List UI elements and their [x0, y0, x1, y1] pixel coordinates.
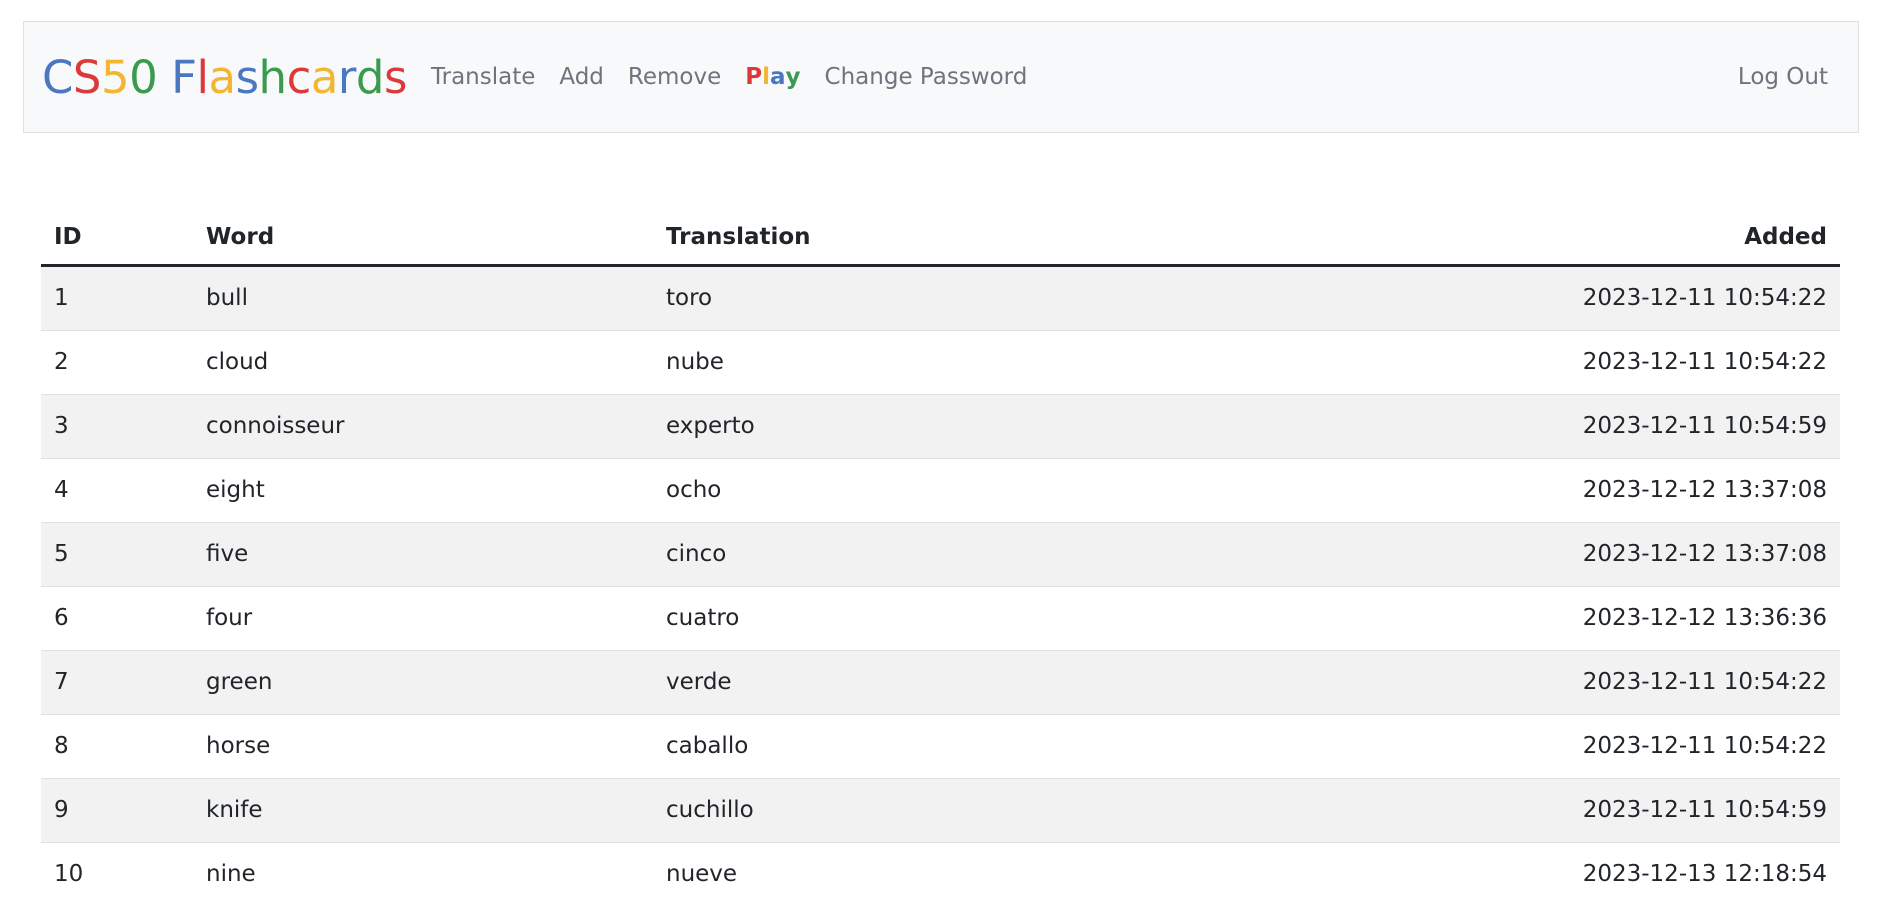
cell-word: nine	[193, 843, 653, 906]
brand-letter: a	[311, 51, 338, 104]
nav-translate-link[interactable]: Translate	[419, 64, 547, 90]
cell-added: 2023-12-11 10:54:59	[1112, 779, 1840, 843]
brand-letter: l	[196, 51, 208, 104]
cell-word: knife	[193, 779, 653, 843]
brand-letter: 0	[129, 51, 157, 104]
cell-translation: cuchillo	[653, 779, 1112, 843]
cell-id: 9	[41, 779, 193, 843]
play-letter: a	[770, 64, 786, 90]
cell-id: 5	[41, 523, 193, 587]
cell-word: green	[193, 651, 653, 715]
cell-id: 1	[41, 266, 193, 331]
cell-id: 7	[41, 651, 193, 715]
cell-added: 2023-12-11 10:54:22	[1112, 331, 1840, 395]
cell-added: 2023-12-11 10:54:22	[1112, 651, 1840, 715]
cell-translation: toro	[653, 266, 1112, 331]
nav-change-password-link[interactable]: Change Password	[813, 64, 1040, 90]
cell-added: 2023-12-11 10:54:59	[1112, 395, 1840, 459]
navbar: CS50 Flashcards Translate Add Remove Pla…	[23, 21, 1859, 133]
cell-word: bull	[193, 266, 653, 331]
table-row: 1bulltoro2023-12-11 10:54:22	[41, 266, 1840, 331]
brand-letter: c	[287, 51, 311, 104]
brand-letter: S	[73, 51, 101, 104]
brand-letter: s	[236, 51, 259, 104]
header-added: Added	[1112, 206, 1840, 266]
cell-translation: ocho	[653, 459, 1112, 523]
brand-letter: F	[171, 51, 196, 104]
cell-added: 2023-12-12 13:36:36	[1112, 587, 1840, 651]
cell-added: 2023-12-12 13:37:08	[1112, 459, 1840, 523]
play-letter: l	[762, 64, 770, 90]
cell-translation: nueve	[653, 843, 1112, 906]
table-row: 2cloudnube2023-12-11 10:54:22	[41, 331, 1840, 395]
cell-id: 4	[41, 459, 193, 523]
nav-add-link[interactable]: Add	[547, 64, 616, 90]
nav-items: Translate Add Remove Play Change Passwor…	[419, 64, 1039, 90]
nav-play-link[interactable]: Play	[733, 64, 812, 90]
cell-id: 3	[41, 395, 193, 459]
play-letter: y	[786, 64, 801, 90]
cell-id: 8	[41, 715, 193, 779]
brand-logo-link[interactable]: CS50 Flashcards	[42, 51, 407, 104]
header-translation: Translation	[653, 206, 1112, 266]
cell-translation: nube	[653, 331, 1112, 395]
cell-added: 2023-12-11 10:54:22	[1112, 266, 1840, 331]
table-row: 6fourcuatro2023-12-12 13:36:36	[41, 587, 1840, 651]
logout-link[interactable]: Log Out	[1726, 64, 1828, 90]
header-word: Word	[193, 206, 653, 266]
table-header-row: ID Word Translation Added	[41, 206, 1840, 266]
table-row: 3connoisseurexperto2023-12-11 10:54:59	[41, 395, 1840, 459]
table-header: ID Word Translation Added	[41, 206, 1840, 266]
cell-added: 2023-12-13 12:18:54	[1112, 843, 1840, 906]
cell-id: 10	[41, 843, 193, 906]
cell-word: five	[193, 523, 653, 587]
cell-translation: caballo	[653, 715, 1112, 779]
cell-id: 6	[41, 587, 193, 651]
table-row: 7greenverde2023-12-11 10:54:22	[41, 651, 1840, 715]
brand-letter: a	[209, 51, 236, 104]
cell-word: cloud	[193, 331, 653, 395]
table-body: 1bulltoro2023-12-11 10:54:222cloudnube20…	[41, 266, 1840, 906]
flashcards-table-container: ID Word Translation Added 1bulltoro2023-…	[41, 206, 1840, 906]
nav-remove-link[interactable]: Remove	[616, 64, 733, 90]
table-row: 5fivecinco2023-12-12 13:37:08	[41, 523, 1840, 587]
cell-word: four	[193, 587, 653, 651]
brand-letter	[157, 51, 171, 104]
cell-word: eight	[193, 459, 653, 523]
cell-id: 2	[41, 331, 193, 395]
play-letter: P	[745, 64, 762, 90]
table-row: 4eightocho2023-12-12 13:37:08	[41, 459, 1840, 523]
brand-letter: d	[356, 51, 384, 104]
cell-word: connoisseur	[193, 395, 653, 459]
brand-letter: s	[384, 51, 407, 104]
table-row: 9knifecuchillo2023-12-11 10:54:59	[41, 779, 1840, 843]
cell-translation: experto	[653, 395, 1112, 459]
brand-letter: C	[42, 51, 73, 104]
table-row: 8horsecaballo2023-12-11 10:54:22	[41, 715, 1840, 779]
cell-translation: verde	[653, 651, 1112, 715]
cell-translation: cinco	[653, 523, 1112, 587]
brand-letter: r	[338, 51, 356, 104]
flashcards-table: ID Word Translation Added 1bulltoro2023-…	[41, 206, 1840, 906]
cell-added: 2023-12-11 10:54:22	[1112, 715, 1840, 779]
cell-added: 2023-12-12 13:37:08	[1112, 523, 1840, 587]
cell-word: horse	[193, 715, 653, 779]
brand-letter: h	[259, 51, 287, 104]
table-row: 10ninenueve2023-12-13 12:18:54	[41, 843, 1840, 906]
header-id: ID	[41, 206, 193, 266]
brand-letter: 5	[101, 51, 129, 104]
cell-translation: cuatro	[653, 587, 1112, 651]
